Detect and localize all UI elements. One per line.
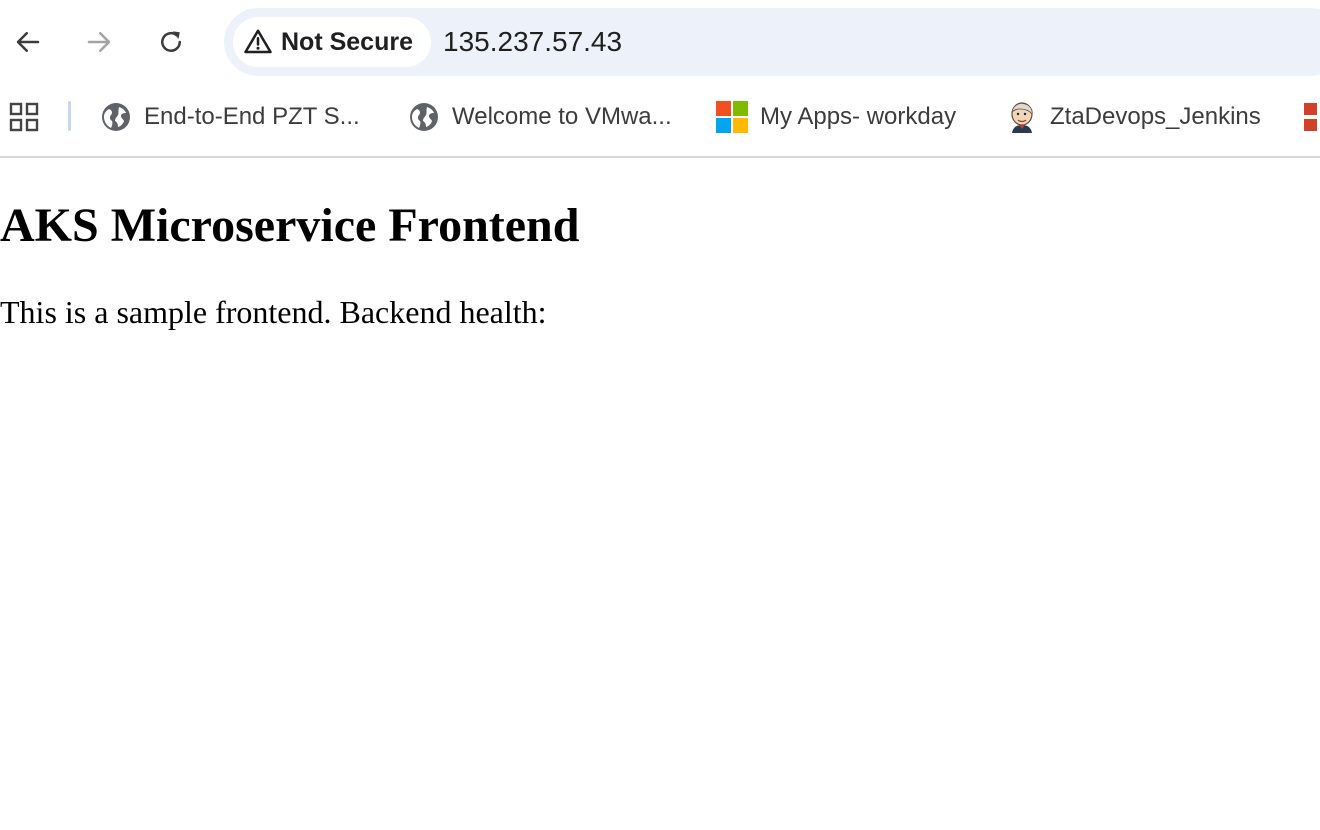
- bookmark-red-app[interactable]: [1304, 97, 1320, 137]
- microsoft-logo-icon: [716, 101, 748, 133]
- address-bar[interactable]: Not Secure 135.237.57.43: [224, 8, 1320, 76]
- apps-grid-icon[interactable]: [8, 101, 40, 133]
- not-secure-label: Not Secure: [281, 27, 413, 56]
- site-security-chip[interactable]: Not Secure: [233, 17, 431, 67]
- bookmark-label: My Apps- workday: [760, 103, 957, 130]
- jenkins-icon: [1011, 102, 1033, 133]
- bookmark-label: ZtaDevops_Jenkins: [1050, 103, 1261, 130]
- globe-icon: [410, 103, 438, 131]
- reload-icon: [161, 31, 181, 52]
- bookmarks-bar: End-to-End PZT S... Welcome to VMwa... M…: [0, 84, 1320, 158]
- page-title: AKS Microservice Frontend: [0, 199, 580, 252]
- warning-triangle-icon: [244, 29, 272, 54]
- bookmarks-divider: [68, 101, 71, 131]
- bookmark-label: End-to-End PZT S...: [144, 103, 360, 130]
- reload-button[interactable]: [151, 22, 191, 62]
- bookmark-ztadevops-jenkins[interactable]: ZtaDevops_Jenkins: [1006, 97, 1261, 137]
- bookmark-label: Welcome to VMwa...: [452, 103, 672, 130]
- bookmark-welcome-vmware[interactable]: Welcome to VMwa...: [408, 97, 672, 137]
- arrow-right-icon: [87, 32, 111, 52]
- globe-icon: [102, 103, 130, 131]
- forward-button[interactable]: [79, 22, 119, 62]
- back-button[interactable]: [8, 22, 48, 62]
- bookmark-my-apps-workday[interactable]: My Apps- workday: [716, 97, 956, 137]
- red-app-icon: [1304, 103, 1317, 131]
- page-description: This is a sample frontend. Backend healt…: [0, 294, 547, 330]
- arrow-left-icon: [16, 32, 40, 52]
- bookmark-end-to-end-pzt[interactable]: End-to-End PZT S...: [100, 97, 360, 137]
- browser-toolbar: Not Secure 135.237.57.43: [0, 0, 1320, 84]
- page-content: AKS Microservice Frontend This is a samp…: [0, 158, 1320, 830]
- url-text[interactable]: 135.237.57.43: [443, 8, 622, 76]
